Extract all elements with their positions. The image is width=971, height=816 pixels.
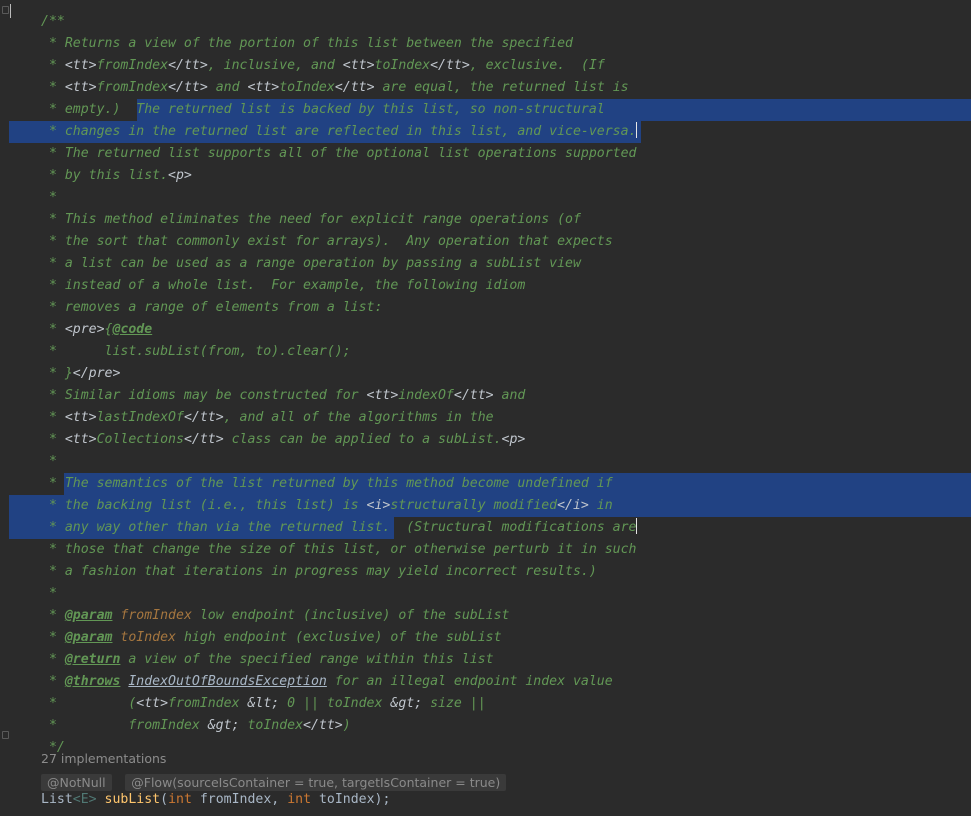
code-line-text: * — [41, 586, 57, 601]
code-line[interactable]: * (<tt>fromIndex &lt; 0 || toIndex &gt; … — [0, 693, 971, 715]
code-line-text: * @throws IndexOutOfBoundsException for … — [41, 674, 613, 689]
code-line-text: * @return a view of the specified range … — [41, 652, 494, 667]
code-line[interactable]: * list.subList(from, to).clear(); — [0, 341, 971, 363]
text-caret — [636, 122, 638, 138]
code-line[interactable]: * those that change the size of this lis… — [0, 539, 971, 561]
type-param: <E> — [72, 792, 97, 807]
code-line-text: * a list can be used as a range operatio… — [41, 256, 581, 271]
code-line-text: * <tt>fromIndex</tt> and <tt>toIndex</tt… — [41, 80, 629, 95]
code-line[interactable]: * — [0, 451, 971, 473]
code-line[interactable]: * Returns a view of the portion of this … — [0, 33, 971, 55]
code-line[interactable]: * the backing list (i.e., this list) is … — [0, 495, 971, 517]
inferred-annotations: @NotNull @Flow(sourceIsContainer = true,… — [41, 772, 510, 791]
code-line-text: * those that change the size of this lis… — [41, 542, 637, 557]
code-line[interactable]: * instead of a whole list. For example, … — [0, 275, 971, 297]
code-line-text: * any way other than via the returned li… — [41, 518, 638, 535]
code-line-text: * The semantics of the list returned by … — [41, 476, 613, 491]
code-line[interactable]: * Similar idioms may be constructed for … — [0, 385, 971, 407]
code-line-text: * <tt>Collections</tt> class can be appl… — [41, 432, 526, 447]
code-line[interactable]: * fromIndex &gt; toIndex</tt>) — [0, 715, 971, 737]
code-line[interactable]: * @throws IndexOutOfBoundsException for … — [0, 671, 971, 693]
code-line[interactable]: * — [0, 583, 971, 605]
code-line[interactable]: * <tt>lastIndexOf</tt>, and all of the a… — [0, 407, 971, 429]
code-line[interactable]: * <pre>{@code — [0, 319, 971, 341]
code-line-text: * @param fromIndex low endpoint (inclusi… — [41, 608, 510, 623]
code-line-text: * <pre>{@code — [41, 322, 153, 337]
code-line-text: * — [41, 190, 57, 205]
code-line-text: * The returned list supports all of the … — [41, 146, 637, 161]
code-line-text: * the sort that commonly exist for array… — [41, 234, 613, 249]
code-line[interactable]: * changes in the returned list are refle… — [0, 121, 971, 143]
method-signature[interactable]: List<E> subList(int fromIndex, int toInd… — [41, 789, 390, 811]
code-line[interactable]: * — [0, 187, 971, 209]
code-line[interactable]: * This method eliminates the need for ex… — [0, 209, 971, 231]
code-line-text: * <tt>fromIndex</tt>, inclusive, and <tt… — [41, 58, 605, 73]
code-line-text: * a fashion that iterations in progress … — [41, 564, 597, 579]
code-line-text: * removes a range of elements from a lis… — [41, 300, 383, 315]
code-line[interactable]: * <tt>fromIndex</tt>, inclusive, and <tt… — [0, 55, 971, 77]
code-line[interactable]: * <tt>Collections</tt> class can be appl… — [0, 429, 971, 451]
code-line-text: * Similar idioms may be constructed for … — [41, 388, 526, 403]
code-line[interactable]: * @return a view of the specified range … — [0, 649, 971, 671]
code-line-text: * <tt>lastIndexOf</tt>, and all of the a… — [41, 410, 494, 425]
code-line[interactable]: * any way other than via the returned li… — [0, 517, 971, 539]
code-line[interactable]: * removes a range of elements from a lis… — [0, 297, 971, 319]
code-line[interactable]: * @param fromIndex low endpoint (inclusi… — [0, 605, 971, 627]
code-line[interactable]: * }</pre> — [0, 363, 971, 385]
code-line-text: * changes in the returned list are refle… — [41, 122, 638, 139]
implementations-hint[interactable]: 27 implementations — [41, 751, 166, 766]
code-line-text: * @param toIndex high endpoint (exclusiv… — [41, 630, 502, 645]
code-line-text: * instead of a whole list. For example, … — [41, 278, 526, 293]
code-line-text: * the backing list (i.e., this list) is … — [41, 498, 613, 513]
code-line[interactable]: /** — [0, 11, 971, 33]
code-line-text: /** — [41, 14, 65, 29]
code-line-text: * (<tt>fromIndex &lt; 0 || toIndex &gt; … — [41, 696, 486, 711]
code-line[interactable]: * a list can be used as a range operatio… — [0, 253, 971, 275]
code-line[interactable]: * @param toIndex high endpoint (exclusiv… — [0, 627, 971, 649]
code-line-text: * fromIndex &gt; toIndex</tt>) — [41, 718, 351, 733]
code-line-text: * empty.) The returned list is backed by… — [41, 102, 605, 117]
code-line[interactable]: * a fashion that iterations in progress … — [0, 561, 971, 583]
code-line-text: * Returns a view of the portion of this … — [41, 36, 573, 51]
code-line[interactable]: * the sort that commonly exist for array… — [0, 231, 971, 253]
code-line-text: * }</pre> — [41, 366, 121, 381]
code-line-text: * — [41, 454, 57, 469]
return-type: List — [41, 792, 73, 807]
code-line[interactable]: * by this list.<p> — [0, 165, 971, 187]
code-line[interactable]: * The semantics of the list returned by … — [0, 473, 971, 495]
code-line-text: * This method eliminates the need for ex… — [41, 212, 581, 227]
method-name: subList — [104, 792, 161, 807]
text-caret — [636, 518, 638, 534]
code-line-text: * by this list.<p> — [41, 168, 192, 183]
code-line[interactable]: * The returned list supports all of the … — [0, 143, 971, 165]
code-line-text: * list.subList(from, to).clear(); — [41, 344, 351, 359]
code-line[interactable]: * empty.) The returned list is backed by… — [0, 99, 971, 121]
code-line[interactable]: * <tt>fromIndex</tt> and <tt>toIndex</tt… — [0, 77, 971, 99]
